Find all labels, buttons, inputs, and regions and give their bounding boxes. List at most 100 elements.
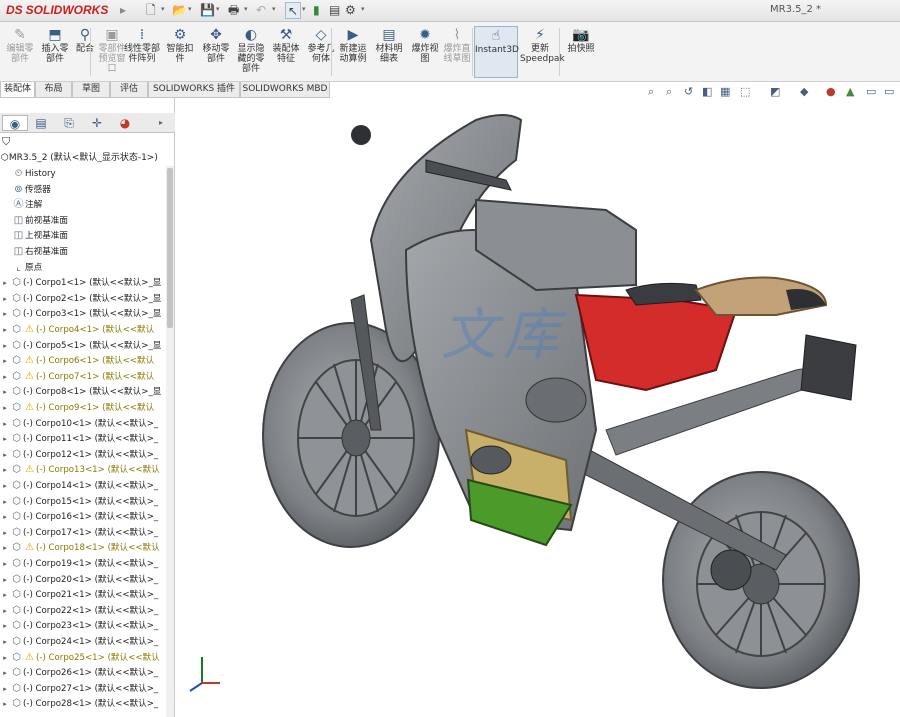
chevron-down-icon[interactable]: ▾ (244, 5, 248, 13)
expand-arrow-icon[interactable]: ▸ (0, 292, 10, 307)
menu-expand-arrow[interactable]: ▸ (120, 3, 126, 17)
chevron-down-icon[interactable]: ▾ (272, 5, 276, 13)
tree-part-item[interactable]: ▸ ⬡ (-) Corpo20<1> (默认<<默认>_ (0, 572, 165, 588)
monitor-icon[interactable]: ▭ (884, 84, 894, 100)
new-document-icon[interactable]: 🗋 (146, 2, 156, 19)
expand-arrow-icon[interactable]: ▸ (0, 573, 10, 588)
snapshot-button[interactable]: 📷 拍快照 (561, 26, 601, 78)
edit-component-button[interactable]: ✎ 编辑零 部件 (0, 26, 40, 78)
move-component-button[interactable]: ✥ 移动零 部件 (196, 26, 236, 78)
solidworks-logo[interactable]: DS SOLIDWORKS (6, 3, 108, 17)
tree-part-item[interactable]: ▸ ⬡ (-) Corpo2<1> (默认<<默认>_显 (0, 291, 165, 307)
tree-feature-item[interactable]: ⏲ History (0, 166, 165, 182)
tree-part-item[interactable]: ▸ ⬡ (-) Corpo26<1> (默认<<默认>_ (0, 665, 165, 681)
instant3d-button[interactable]: ☝ Instant3D (474, 26, 519, 78)
chevron-down-icon[interactable]: ▾ (161, 5, 165, 13)
chevron-down-icon[interactable]: ▾ (216, 5, 220, 13)
tree-part-item[interactable]: ▸ ⬡ ⚠ (-) Corpo18<1> (默认<<默认 (0, 540, 165, 556)
tree-part-item[interactable]: ▸ ⬡ (-) Corpo3<1> (默认<<默认>_显 (0, 306, 165, 322)
open-icon[interactable]: 📂 (172, 2, 187, 19)
explode-line-button[interactable]: ⌇ 爆炸直 线草图 (437, 26, 477, 78)
tree-part-item[interactable]: ▸ ⬡ ⚠ (-) Corpo25<1> (默认<<默认 (0, 650, 165, 666)
tree-part-item[interactable]: ▸ ⬡ (-) Corpo22<1> (默认<<默认>_ (0, 603, 165, 619)
tree-part-item[interactable]: ▸ ⬡ ⚠ (-) Corpo13<1> (默认<<默认 (0, 462, 165, 478)
display-manager-icon[interactable]: ◕ (112, 115, 138, 131)
tab-5[interactable]: SOLIDWORKS MBD (240, 82, 330, 98)
expand-arrow-icon[interactable]: ▸ (0, 307, 10, 322)
feature-manager-icon[interactable]: ◉ (2, 115, 28, 131)
tab-1[interactable]: 布局 (35, 82, 72, 98)
chevron-down-icon[interactable]: ▾ (361, 5, 365, 13)
expand-arrow-icon[interactable]: ▸ (0, 557, 10, 572)
motion-study-button[interactable]: ▶ 新建运 动算例 (333, 26, 373, 78)
expand-arrow-icon[interactable]: ▸ (0, 651, 10, 666)
chevron-down-icon[interactable]: ▾ (302, 5, 306, 13)
tree-scrollbar-thumb[interactable] (167, 168, 173, 328)
tree-part-item[interactable]: ▸ ⬡ (-) Corpo1<1> (默认<<默认>_显 (0, 275, 165, 291)
tree-part-item[interactable]: ▸ ⬡ (-) Corpo28<1> (默认<<默认>_ (0, 696, 165, 712)
expand-arrow-icon[interactable]: ▸ (0, 666, 10, 681)
tree-part-item[interactable]: ▸ ⬡ (-) Corpo12<1> (默认<<默认>_ (0, 447, 165, 463)
tree-feature-item[interactable]: ◫ 上视基准面 (0, 228, 165, 244)
configuration-manager-icon[interactable]: ⎘ (56, 115, 82, 131)
expand-arrow-icon[interactable]: ▸ (0, 354, 10, 369)
panel-expand-arrow[interactable]: ▸ (148, 115, 174, 131)
property-manager-icon[interactable]: ▤ (28, 115, 54, 131)
save-icon[interactable]: 💾 (200, 2, 215, 19)
tree-feature-item[interactable]: ⊚ 传感器 (0, 182, 165, 198)
tree-root-assembly[interactable]: ⬡MR3.5_2 (默认<默认_显示状态-1>) (1, 151, 171, 165)
file-properties-icon[interactable]: ▤ (329, 2, 340, 19)
expand-arrow-icon[interactable]: ▸ (0, 510, 10, 525)
zoom-area-icon[interactable]: ⌕ (666, 84, 672, 100)
filter-icon[interactable]: ⛉ (2, 135, 10, 149)
tree-feature-item[interactable]: ◫ 前视基准面 (0, 213, 165, 229)
assembly-feature-button[interactable]: ⚒ 装配体 特征 (266, 26, 306, 78)
expand-arrow-icon[interactable]: ▸ (0, 526, 10, 541)
expand-arrow-icon[interactable]: ▸ (0, 635, 10, 650)
tree-part-item[interactable]: ▸ ⬡ ⚠ (-) Corpo9<1> (默认<<默认 (0, 400, 165, 416)
tree-part-item[interactable]: ▸ ⬡ (-) Corpo11<1> (默认<<默认>_ (0, 431, 165, 447)
zoom-fit-icon[interactable]: ⌕ (648, 84, 654, 100)
graphics-area[interactable]: 文库 (176, 100, 900, 717)
tree-part-item[interactable]: ▸ ⬡ (-) Corpo17<1> (默认<<默认>_ (0, 525, 165, 541)
tree-part-item[interactable]: ▸ ⬡ (-) Corpo27<1> (默认<<默认>_ (0, 681, 165, 697)
display-style-icon[interactable]: ◩ (770, 84, 780, 100)
tree-feature-item[interactable]: ◫ 右视基准面 (0, 244, 165, 260)
hide-show-icon[interactable]: ◆ (800, 84, 808, 100)
expand-arrow-icon[interactable]: ▸ (0, 385, 10, 400)
tree-part-item[interactable]: ▸ ⬡ (-) Corpo5<1> (默认<<默认>_显 (0, 338, 165, 354)
tab-3[interactable]: 评估 (110, 82, 148, 98)
section-view-icon[interactable]: ◧ (702, 84, 712, 100)
expand-arrow-icon[interactable]: ▸ (0, 495, 10, 510)
tree-part-item[interactable]: ▸ ⬡ ⚠ (-) Corpo6<1> (默认<<默认 (0, 353, 165, 369)
tab-0[interactable]: 装配体 (0, 82, 35, 98)
expand-arrow-icon[interactable]: ▸ (0, 588, 10, 603)
expand-arrow-icon[interactable]: ▸ (0, 417, 10, 432)
expand-arrow-icon[interactable]: ▸ (0, 401, 10, 416)
tree-part-item[interactable]: ▸ ⬡ ⚠ (-) Corpo7<1> (默认<<默认 (0, 369, 165, 385)
motorcycle-model[interactable] (176, 100, 900, 717)
options-icon[interactable]: ⚙ (345, 2, 356, 19)
select-icon[interactable]: ↖ (285, 2, 302, 19)
tree-part-item[interactable]: ▸ ⬡ (-) Corpo16<1> (默认<<默认>_ (0, 509, 165, 525)
print-icon[interactable]: 🖶 (228, 2, 239, 19)
tree-part-item[interactable]: ▸ ⬡ (-) Corpo8<1> (默认<<默认>_显 (0, 384, 165, 400)
view-settings-icon[interactable]: ▭ (866, 84, 876, 100)
expand-arrow-icon[interactable]: ▸ (0, 432, 10, 447)
expand-arrow-icon[interactable]: ▸ (0, 682, 10, 697)
linear-pattern-button[interactable]: ⁞ 线性零部 件阵列 (122, 26, 162, 78)
tree-feature-item[interactable]: ⌞ 原点 (0, 260, 165, 276)
view-orientation-icon[interactable]: ⬚ (740, 84, 750, 100)
expand-arrow-icon[interactable]: ▸ (0, 541, 10, 556)
show-hidden-button[interactable]: ◐ 显示隐 藏的零 部件 (231, 26, 271, 78)
expand-arrow-icon[interactable]: ▸ (0, 697, 10, 712)
expand-arrow-icon[interactable]: ▸ (0, 276, 10, 291)
bom-button[interactable]: ▤ 材料明 细表 (369, 26, 409, 78)
undo-icon[interactable]: ↶ (256, 2, 266, 19)
expand-arrow-icon[interactable]: ▸ (0, 448, 10, 463)
dynamic-annotation-icon[interactable]: ▦ (720, 84, 730, 100)
tree-part-item[interactable]: ▸ ⬡ (-) Corpo23<1> (默认<<默认>_ (0, 618, 165, 634)
edit-appearance-icon[interactable]: ● (826, 84, 836, 100)
tree-part-item[interactable]: ▸ ⬡ (-) Corpo19<1> (默认<<默认>_ (0, 556, 165, 572)
expand-arrow-icon[interactable]: ▸ (0, 619, 10, 634)
